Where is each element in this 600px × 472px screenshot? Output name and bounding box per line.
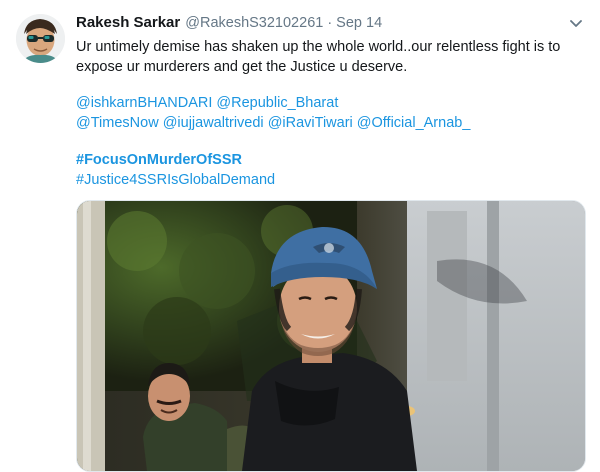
- chevron-down-icon: [570, 20, 582, 27]
- hashtag-line-1: #FocusOnMurderOfSSR: [76, 150, 588, 170]
- tweet-header: Rakesh Sarkar @RakeshS32102261 · Sep 14: [76, 14, 576, 34]
- avatar-photo: [16, 14, 65, 63]
- separator-dot: ·: [327, 15, 333, 31]
- mention-link[interactable]: @iujjawaltrivedi: [163, 115, 264, 131]
- more-options-caret[interactable]: [566, 17, 586, 31]
- user-handle[interactable]: @RakeshS32102261: [185, 15, 323, 31]
- tweet-date[interactable]: Sep 14: [336, 15, 382, 31]
- tweet-photo: [77, 201, 585, 471]
- display-name[interactable]: Rakesh Sarkar: [76, 14, 180, 31]
- mentions-line-2: @TimesNow @iujjawaltrivedi @iRaviTiwari …: [76, 113, 588, 133]
- mention-link[interactable]: @Official_Arnab_: [357, 115, 471, 131]
- mention-link[interactable]: @ishkarnBHANDARI: [76, 95, 212, 111]
- mention-link[interactable]: @iRaviTiwari: [268, 115, 353, 131]
- tweet-media[interactable]: [76, 200, 586, 472]
- tweet: Rakesh Sarkar @RakeshS32102261 · Sep 14 …: [0, 0, 600, 472]
- tweet-text-line-1: Ur untimely demise has shaken up the who…: [76, 39, 561, 55]
- mention-link[interactable]: @TimesNow: [76, 115, 159, 131]
- tweet-text-line-2: expose ur murderers and get the Justice …: [76, 59, 408, 75]
- hashtag-link[interactable]: #Justice4SSRIsGlobalDemand: [76, 172, 275, 188]
- mentions-line-1: @ishkarnBHANDARI @Republic_Bharat: [76, 93, 588, 113]
- avatar[interactable]: [16, 14, 65, 63]
- hashtag-line-2: #Justice4SSRIsGlobalDemand: [76, 170, 588, 190]
- mention-link[interactable]: @Republic_Bharat: [216, 95, 338, 111]
- hashtag-link[interactable]: #FocusOnMurderOfSSR: [76, 152, 242, 168]
